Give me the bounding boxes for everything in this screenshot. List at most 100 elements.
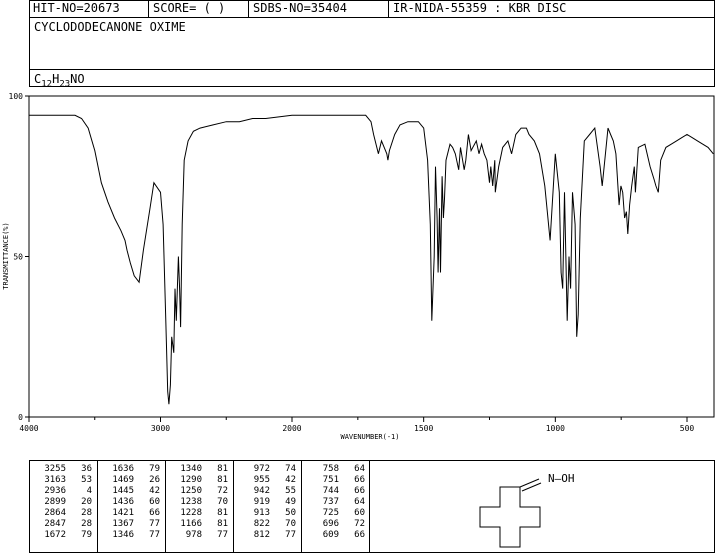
peak-transmittance: 66 [354, 530, 365, 540]
spectrum-line [29, 114, 714, 405]
peak-transmittance: 81 [217, 508, 228, 518]
peak-table-column: 972 74 955 42 942 55 919 49 913 50 822 70 812 77 [240, 464, 296, 541]
peak-transmittance: 49 [285, 497, 296, 507]
peak-transmittance: 66 [354, 486, 365, 496]
peak-column-divider [97, 461, 98, 553]
peak-row: 696 72 [309, 519, 365, 530]
peak-wavenumber: 609 [322, 530, 339, 540]
peak-wavenumber: 812 [253, 530, 270, 540]
peak-transmittance: 64 [354, 497, 365, 507]
peak-transmittance: 79 [81, 530, 92, 540]
peak-wavenumber: 1250 [180, 486, 202, 496]
peak-wavenumber: 737 [322, 497, 339, 507]
peak-wavenumber: 978 [185, 530, 202, 540]
peak-transmittance: 64 [354, 464, 365, 474]
peak-transmittance: 70 [217, 497, 228, 507]
peak-row: 1166 81 [172, 519, 228, 530]
peak-row: 1250 72 [172, 486, 228, 497]
peak-wavenumber: 913 [253, 508, 270, 518]
peak-row: 1436 60 [104, 497, 160, 508]
peak-row: 2847 28 [36, 519, 92, 530]
x-tick-label: 2000 [282, 424, 301, 433]
peak-row: 751 66 [309, 475, 365, 486]
x-tick-label: 1000 [546, 424, 565, 433]
x-tick-label: 3000 [151, 424, 170, 433]
peak-transmittance: 79 [149, 464, 160, 474]
peak-wavenumber: 972 [253, 464, 270, 474]
peak-wavenumber: 1445 [112, 486, 134, 496]
peak-wavenumber: 725 [322, 508, 339, 518]
peak-row: 3255 36 [36, 464, 92, 475]
peak-transmittance: 81 [217, 464, 228, 474]
peak-wavenumber: 1421 [112, 508, 134, 518]
peak-wavenumber: 1340 [180, 464, 202, 474]
peak-transmittance: 42 [149, 486, 160, 496]
peak-transmittance: 77 [217, 530, 228, 540]
peak-row: 955 42 [240, 475, 296, 486]
peak-transmittance: 55 [285, 486, 296, 496]
peak-wavenumber: 744 [322, 486, 339, 496]
peak-row: 2864 28 [36, 508, 92, 519]
peak-table-column: 1636 79 1469 26 1445 42 1436 60 1421 66 1367 77 1346… [104, 464, 160, 541]
peak-transmittance: 77 [285, 530, 296, 540]
peak-row: 3163 53 [36, 475, 92, 486]
peak-row: 737 64 [309, 497, 365, 508]
oxime-label: N—OH [548, 472, 575, 485]
peak-row: 919 49 [240, 497, 296, 508]
x-axis-label: WAVENUMBER(-1) [340, 433, 399, 441]
peak-wavenumber: 3163 [44, 475, 66, 485]
peak-row: 1346 77 [104, 530, 160, 541]
x-tick-label: 500 [680, 424, 695, 433]
peak-transmittance: 20 [81, 497, 92, 507]
peak-transmittance: 26 [149, 475, 160, 485]
peak-row: 2936 4 [36, 486, 92, 497]
peak-row: 2899 20 [36, 497, 92, 508]
peak-row: 1290 81 [172, 475, 228, 486]
peak-transmittance: 60 [354, 508, 365, 518]
peak-wavenumber: 1228 [180, 508, 202, 518]
peak-row: 978 77 [172, 530, 228, 541]
peak-wavenumber: 919 [253, 497, 270, 507]
peak-row: 758 64 [309, 464, 365, 475]
peak-row: 1238 70 [172, 497, 228, 508]
peak-wavenumber: 1672 [44, 530, 66, 540]
ir-spectrum-chart: 4000 3000 2000 1500 1000 500100500WAVENUMBER(… [2, 92, 715, 441]
peak-transmittance: 81 [217, 475, 228, 485]
peak-row: 812 77 [240, 530, 296, 541]
peak-wavenumber: 822 [253, 519, 270, 529]
double-bond-line-2 [521, 482, 542, 492]
peak-row: 725 60 [309, 508, 365, 519]
peak-transmittance: 66 [149, 508, 160, 518]
peak-column-divider [165, 461, 166, 553]
peak-wavenumber: 1367 [112, 519, 134, 529]
cyclododecane-ring [479, 486, 541, 548]
peak-wavenumber: 955 [253, 475, 270, 485]
x-tick-label: 4000 [19, 424, 38, 433]
peak-wavenumber: 751 [322, 475, 339, 485]
peak-row: 1340 81 [172, 464, 228, 475]
peak-table-column: 758 64 751 66 744 66 737 64 725 60 696 72 609 66 [309, 464, 365, 541]
peak-transmittance: 50 [285, 508, 296, 518]
x-tick-label: 1500 [414, 424, 433, 433]
y-tick-label: 0 [18, 413, 23, 422]
peak-table-column: 1340 81 1290 81 1250 72 1238 70 1228 81 1166 81 978 7… [172, 464, 228, 541]
peak-wavenumber: 1436 [112, 497, 134, 507]
peak-row: 942 55 [240, 486, 296, 497]
plot-frame [28, 95, 715, 418]
peak-transmittance: 4 [86, 486, 92, 496]
peak-transmittance: 77 [149, 519, 160, 529]
y-tick-label: 50 [13, 253, 23, 262]
peak-row: 822 70 [240, 519, 296, 530]
peak-wavenumber: 696 [322, 519, 339, 529]
peak-row: 1367 77 [104, 519, 160, 530]
peak-wavenumber: 758 [322, 464, 339, 474]
peak-row: 1421 66 [104, 508, 160, 519]
peak-transmittance: 53 [81, 475, 92, 485]
peak-wavenumber: 2936 [44, 486, 66, 496]
peak-column-divider [233, 461, 234, 553]
peak-wavenumber: 1636 [112, 464, 134, 474]
peak-row: 1469 26 [104, 475, 160, 486]
peak-wavenumber: 2864 [44, 508, 66, 518]
peak-row: 1636 79 [104, 464, 160, 475]
peak-column-divider [369, 461, 370, 553]
